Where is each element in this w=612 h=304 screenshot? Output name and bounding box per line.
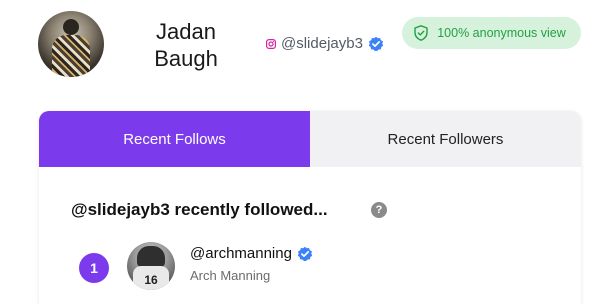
profile-handle-text: @slidejayb3 [281,35,363,52]
tab-recent-followers[interactable]: Recent Followers [310,111,581,167]
profile-page: Jadan Baugh @slidejayb3 100% anonymous v… [0,0,612,304]
section-title: @slidejayb3 recently followed... [71,200,328,219]
follows-tabs: Recent Follows Recent Followers [39,111,581,167]
profile-avatar [38,11,104,77]
profile-handle[interactable]: @slidejayb3 [266,35,384,52]
tab-recent-follows[interactable]: Recent Follows [39,111,310,167]
help-icon[interactable]: ? [371,202,387,218]
follow-handle[interactable]: @archmanning [190,245,313,262]
follow-handle-text: @archmanning [190,245,292,262]
avatar-jersey-number: 16 [133,266,169,290]
shield-check-icon [414,25,428,41]
follows-card: Recent Follows Recent Followers @slideja… [39,111,581,304]
anonymous-view-text: 100% anonymous view [437,26,566,40]
rank-badge: 1 [79,253,109,283]
instagram-icon [266,38,276,49]
profile-name: Jadan Baugh [154,19,218,71]
anonymous-view-badge: 100% anonymous view [402,17,581,49]
avatar-figure-head [63,19,79,35]
follow-avatar[interactable]: 16 [127,242,175,290]
avatar-figure-body [52,35,90,77]
verified-badge-icon [368,36,384,51]
follow-display-name: Arch Manning [190,268,271,283]
avatar-helmet [137,246,165,268]
verified-badge-icon [297,246,313,261]
list-item[interactable]: 1 16 @archmanning Arch Manning [79,242,559,296]
